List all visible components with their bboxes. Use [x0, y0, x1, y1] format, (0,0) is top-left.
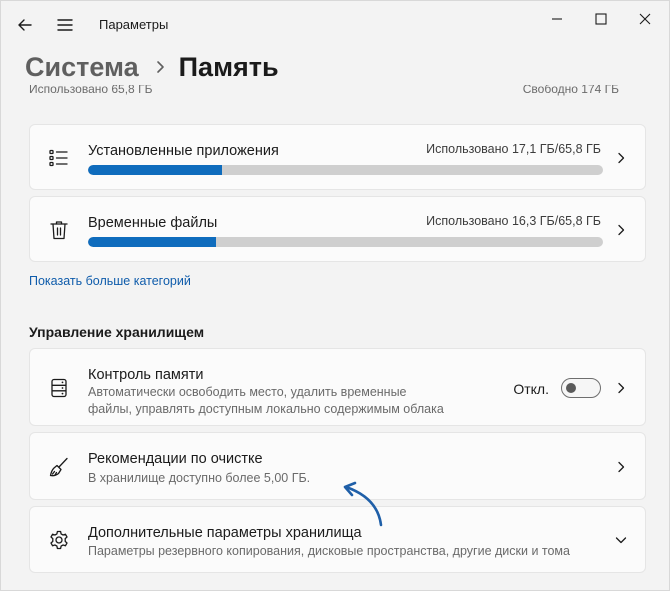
show-more-categories-link[interactable]: Показать больше категорий	[29, 274, 191, 288]
minimize-icon[interactable]	[547, 9, 567, 29]
usage-progress-bar	[88, 237, 603, 247]
window-title: Параметры	[99, 17, 169, 32]
storage-sense-desc-line1: Автоматически освободить место, удалить …	[88, 385, 407, 399]
category-card-installed-apps[interactable]: Установленные приложения Использовано 17…	[29, 124, 646, 190]
cleanup-title: Рекомендации по очистке	[88, 451, 263, 467]
title-bar: Параметры	[1, 1, 669, 49]
maximize-icon[interactable]	[591, 9, 611, 29]
section-title-storage-management: Управление хранилищем	[29, 324, 205, 340]
category-usage: Использовано 16,3 ГБ/65,8 ГБ	[426, 214, 601, 228]
chevron-down-icon[interactable]	[615, 534, 627, 546]
advanced-storage-title: Дополнительные параметры хранилища	[88, 525, 362, 541]
category-title: Временные файлы	[88, 215, 218, 231]
toggle-knob	[566, 383, 576, 393]
toggle-state-label: Откл.	[513, 381, 549, 397]
chevron-right-icon	[156, 61, 164, 73]
cleanup-desc: В хранилище доступно более 5,00 ГБ.	[88, 471, 311, 485]
usage-progress-bar	[88, 165, 603, 175]
clipped-used-text: Использовано 65,8 ГБ	[29, 85, 153, 96]
clipped-free-text: Свободно 174 ГБ	[522, 85, 619, 96]
advanced-storage-desc: Параметры резервного копирования, дисков…	[88, 544, 570, 558]
settings-window: Параметры Система Память Использовано 65…	[0, 0, 670, 591]
annotation-arrow-icon	[343, 481, 383, 527]
category-card-temp-files[interactable]: Временные файлы Использовано 16,3 ГБ/65,…	[29, 196, 646, 262]
storage-sense-desc-line2: файлы, управлять доступным локально соде…	[88, 402, 444, 416]
back-arrow-icon[interactable]	[15, 15, 35, 35]
chevron-right-icon	[618, 382, 625, 394]
storage-sense-card[interactable]: Контроль памяти Автоматически освободить…	[29, 348, 646, 426]
breadcrumb: Система Память	[25, 47, 279, 87]
clipped-usage-row: Использовано 65,8 ГБ Свободно 174 ГБ	[29, 85, 619, 99]
trash-icon	[50, 221, 68, 240]
usage-progress-fill	[88, 165, 222, 175]
storage-sense-title: Контроль памяти	[88, 367, 204, 383]
category-title: Установленные приложения	[88, 143, 279, 159]
page-title: Память	[178, 51, 279, 82]
category-usage: Использовано 17,1 ГБ/65,8 ГБ	[426, 142, 601, 156]
storage-sense-icon	[51, 378, 67, 398]
usage-progress-fill	[88, 237, 216, 247]
chevron-right-icon	[618, 224, 625, 236]
breadcrumb-parent[interactable]: Система	[25, 52, 139, 83]
chevron-right-icon	[618, 152, 625, 164]
list-icon	[49, 149, 68, 167]
broom-icon	[49, 457, 68, 477]
storage-sense-toggle[interactable]	[561, 378, 601, 398]
hamburger-menu-icon[interactable]	[55, 15, 75, 35]
gear-icon	[50, 530, 68, 550]
close-icon[interactable]	[635, 9, 655, 29]
chevron-right-icon	[618, 461, 625, 473]
